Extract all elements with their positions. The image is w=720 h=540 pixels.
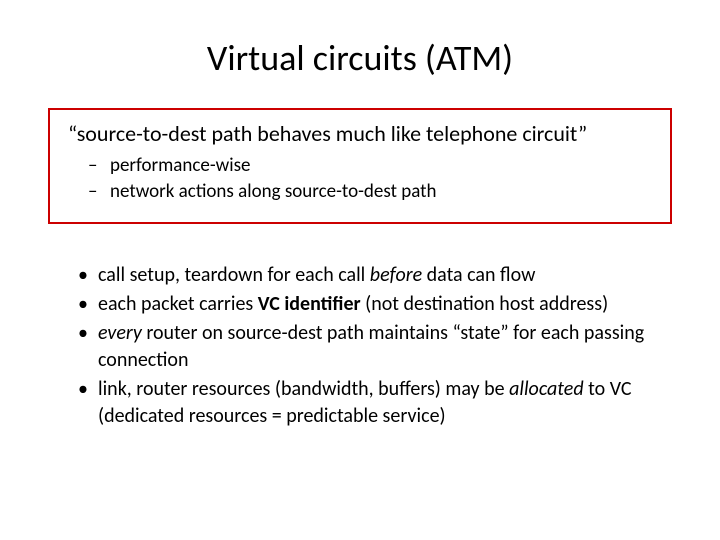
text: router on source-dest path maintains “st… <box>98 321 644 372</box>
text: link, router resources (bandwidth, buffe… <box>98 377 509 401</box>
main-bullet-list: call setup, teardown for each call befor… <box>40 262 680 430</box>
list-item: call setup, teardown for each call befor… <box>78 262 680 289</box>
text: each packet carries <box>98 292 258 316</box>
list-item: every router on source-dest path maintai… <box>78 320 680 374</box>
text: (not destination host address) <box>361 292 609 316</box>
quote-line: “source-to-dest path behaves much like t… <box>68 120 652 147</box>
slide: Virtual circuits (ATM) “source-to-dest p… <box>0 0 720 540</box>
highlight-box: “source-to-dest path behaves much like t… <box>48 108 672 224</box>
list-item: each packet carries VC identifier (not d… <box>78 291 680 318</box>
italic-text: every <box>98 321 142 345</box>
text: call setup, teardown for each call <box>98 263 370 287</box>
sub-item: network actions along source-to-dest pat… <box>110 179 652 205</box>
quote-sublist: performance-wise network actions along s… <box>68 153 652 204</box>
italic-text: allocated <box>509 377 584 401</box>
list-item: link, router resources (bandwidth, buffe… <box>78 376 680 430</box>
text: data can flow <box>422 263 535 287</box>
italic-text: before <box>370 263 422 287</box>
sub-item: performance-wise <box>110 153 652 179</box>
bold-text: VC identifier <box>258 292 361 316</box>
slide-title: Virtual circuits (ATM) <box>40 36 680 80</box>
